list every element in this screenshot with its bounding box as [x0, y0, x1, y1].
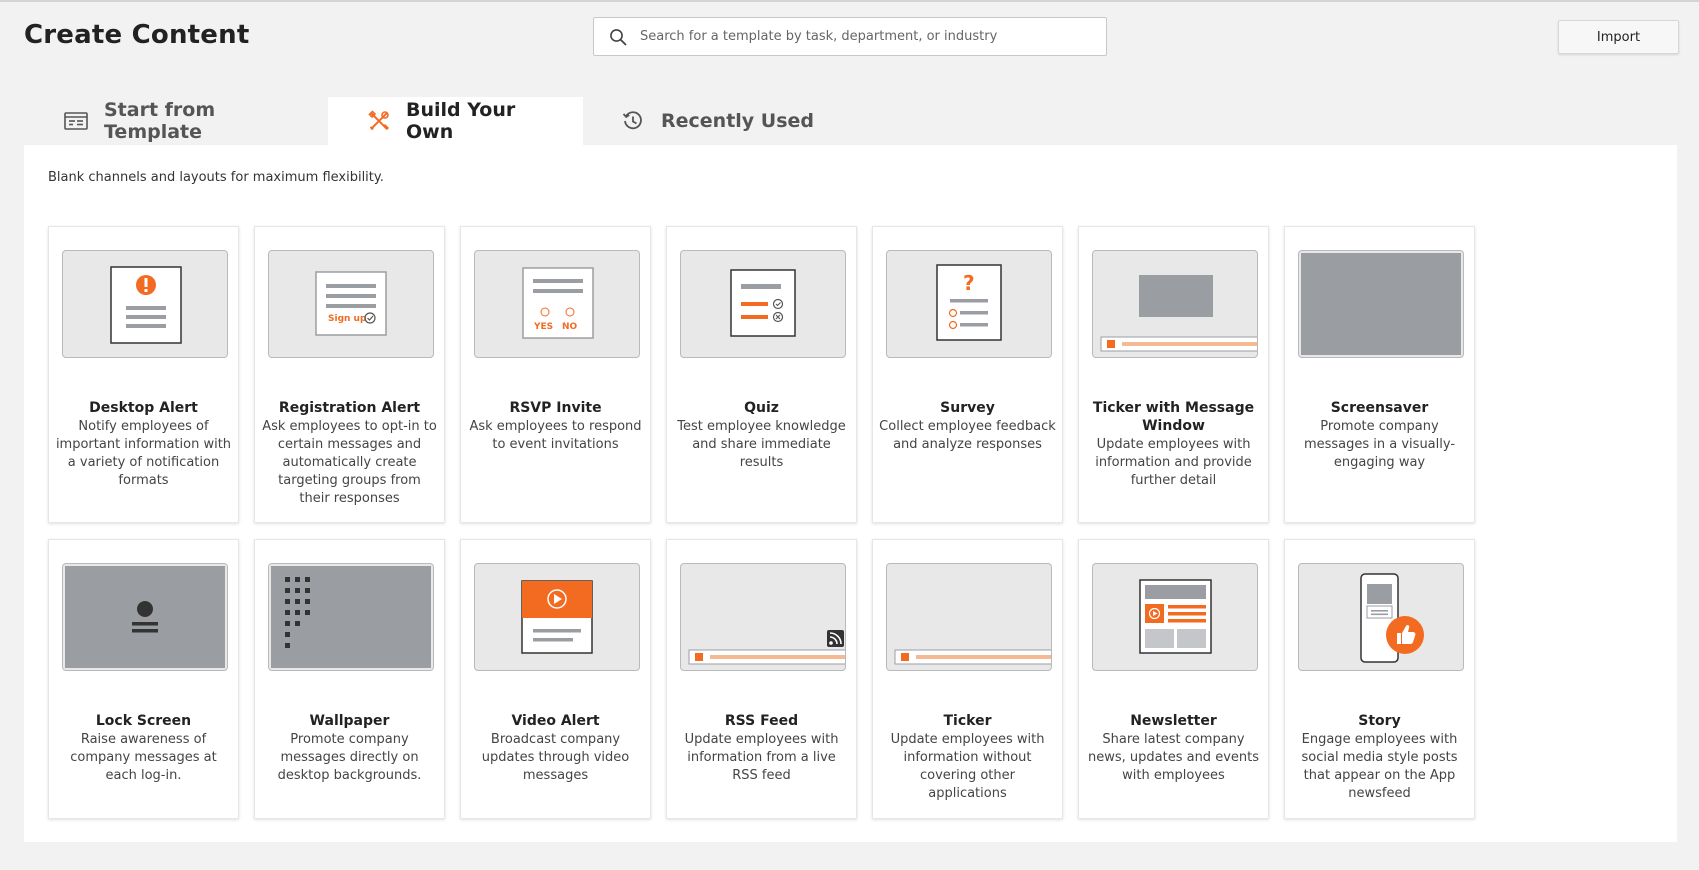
tools-icon [368, 109, 390, 133]
content-tabs: Start from Template Build Your Own Recen… [24, 97, 854, 145]
card-title: Desktop Alert [89, 400, 198, 416]
card-description: Broadcast company updates through video … [481, 732, 630, 783]
card-lock-screen[interactable]: Lock Screen Raise awareness of company m… [48, 539, 239, 819]
card-title: Ticker [943, 713, 992, 729]
card-wallpaper[interactable]: Wallpaper Promote company messages direc… [254, 539, 445, 819]
search-icon [608, 27, 628, 47]
newsletter-icon [1092, 563, 1258, 671]
card-title: Survey [940, 400, 995, 416]
card-description: Share latest company news, updates and e… [1087, 732, 1259, 783]
card-quiz[interactable]: Quiz Test employee knowledge and share i… [666, 226, 857, 523]
video-alert-icon [474, 563, 640, 671]
card-title: Video Alert [511, 713, 600, 729]
card-survey[interactable]: ? Survey Collect employee feedback and a… [872, 226, 1063, 523]
card-title: Wallpaper [309, 713, 390, 729]
ticker-icon [886, 563, 1052, 671]
card-description: Ask employees to respond to event invita… [469, 419, 642, 452]
card-title: Lock Screen [95, 713, 192, 729]
card-title: Newsletter [1130, 713, 1217, 729]
ticker-window-icon [1092, 250, 1258, 358]
card-registration-alert[interactable]: Sign up Registration Alert Ask employees… [254, 226, 445, 523]
tab-label: Start from Template [104, 99, 216, 143]
card-newsletter[interactable]: Newsletter Share latest company news, up… [1078, 539, 1269, 819]
import-button[interactable]: Import [1558, 20, 1679, 54]
tab-recently-used[interactable]: Recently Used [583, 97, 854, 145]
tab-label: Build Your Own [406, 99, 516, 143]
card-story[interactable]: Story Engage employees with social media… [1284, 539, 1475, 819]
card-desktop-alert[interactable]: Desktop Alert Notify employees of import… [48, 226, 239, 523]
registration-alert-icon: Sign up [268, 250, 434, 358]
lock-screen-icon [62, 563, 228, 671]
card-title: Screensaver [1330, 400, 1429, 416]
sign-up-text: Sign up [328, 314, 367, 324]
card-video-alert[interactable]: Video Alert Broadcast company updates th… [460, 539, 651, 819]
screensaver-icon [1298, 250, 1464, 358]
template-search[interactable] [593, 17, 1107, 56]
yes-text: YES [533, 322, 553, 332]
page-title: Create Content [24, 20, 250, 50]
card-ticker[interactable]: Ticker Update employees with information… [872, 539, 1063, 819]
tab-build-your-own[interactable]: Build Your Own [328, 97, 583, 145]
history-icon [621, 109, 645, 133]
story-icon [1298, 563, 1464, 671]
survey-icon: ? [886, 250, 1052, 358]
rss-feed-icon [680, 563, 846, 671]
no-text: NO [562, 322, 578, 332]
card-description: Test employee knowledge and share immedi… [677, 419, 846, 470]
card-rsvp-invite[interactable]: YES NO RSVP Invite Ask employees to resp… [460, 226, 651, 523]
card-title: Quiz [744, 400, 779, 416]
desktop-alert-icon [62, 250, 228, 358]
rsvp-invite-icon: YES NO [474, 250, 640, 358]
card-screensaver[interactable]: Screensaver Promote company messages in … [1284, 226, 1475, 523]
search-input[interactable] [640, 18, 1106, 55]
quiz-icon [680, 250, 846, 358]
tab-label: Recently Used [661, 110, 815, 132]
card-description: Notify employees of important informatio… [55, 419, 232, 488]
card-description: Collect employee feedback and analyze re… [879, 419, 1056, 452]
card-description: Update employees with information and pr… [1095, 437, 1252, 488]
template-card-icon [64, 109, 88, 133]
card-description: Engage employees with social media style… [1301, 732, 1458, 801]
card-description: Ask employees to opt-in to certain messa… [262, 419, 437, 506]
card-description: Update employees with information withou… [890, 732, 1045, 801]
card-description: Promote company messages directly on des… [277, 732, 422, 783]
card-title: Story [1358, 713, 1401, 729]
channel-card-grid: Desktop Alert Notify employees of import… [48, 226, 1475, 819]
tab-start-from-template[interactable]: Start from Template [24, 97, 328, 145]
card-description: Raise awareness of company messages at e… [70, 732, 217, 783]
card-title: Ticker with Message Window [1092, 400, 1255, 434]
card-rss-feed[interactable]: RSS Feed Update employees with informati… [666, 539, 857, 819]
card-description: Update employees with information from a… [684, 732, 839, 783]
card-ticker-with-message-window[interactable]: Ticker with Message Window Update employ… [1078, 226, 1269, 523]
card-title: Registration Alert [278, 400, 421, 416]
card-title: RSVP Invite [509, 400, 602, 416]
page-header: Create Content Import [0, 0, 1699, 80]
card-description: Promote company messages in a visually-e… [1303, 419, 1456, 470]
card-title: RSS Feed [724, 713, 799, 729]
question-mark-text: ? [963, 271, 975, 295]
panel-description: Blank channels and layouts for maximum f… [48, 170, 384, 185]
wallpaper-icon [268, 563, 434, 671]
build-your-own-panel: Blank channels and layouts for maximum f… [24, 145, 1677, 842]
